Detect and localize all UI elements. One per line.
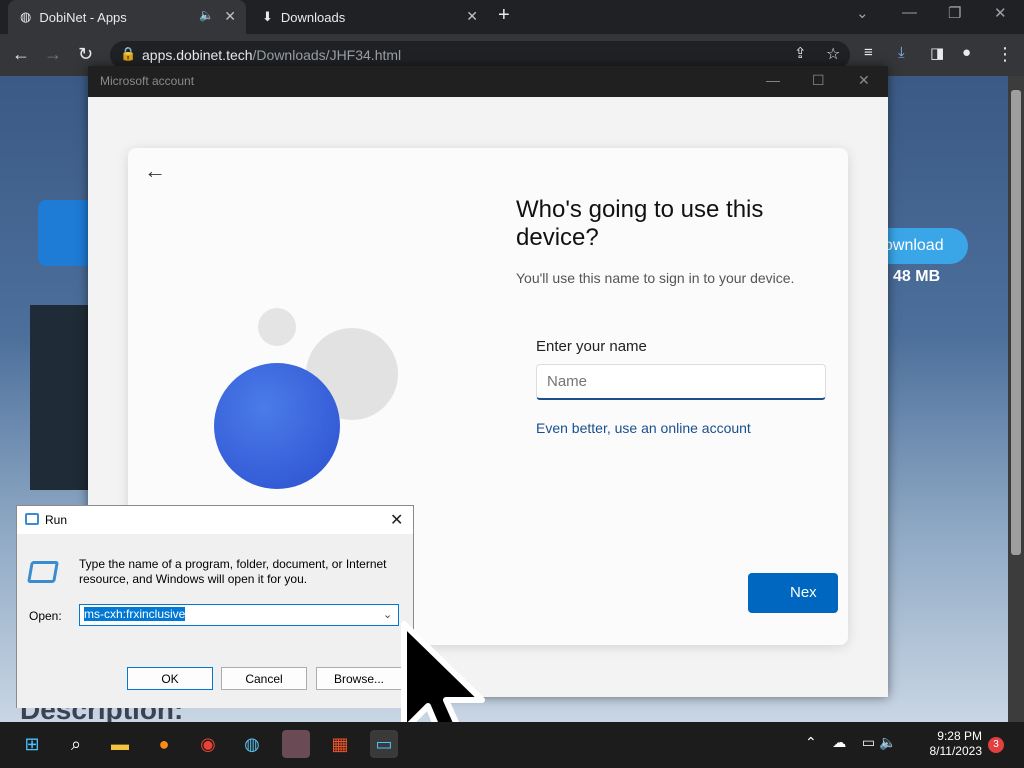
lock-icon: 🔒 [120,46,137,61]
profile-icon[interactable]: ● [962,44,971,61]
close-button[interactable]: ✕ [858,72,870,89]
user-avatar-icon [214,363,340,489]
app-screenshot[interactable] [30,305,90,490]
download-icon: ⬇ [262,9,273,24]
tab-dobinet[interactable]: ◍ DobiNet - Apps 🔈 ✕ [8,0,246,34]
browse-button[interactable]: Browse... [316,667,402,690]
maximize-button[interactable]: ☐ [812,72,825,89]
microsoft-store-icon[interactable]: ▦ [326,730,354,758]
sidepanel-icon[interactable]: ◨ [930,44,944,62]
run-taskbar-icon[interactable]: ▭ [370,730,398,758]
cancel-button[interactable]: Cancel [221,667,307,690]
small-avatar [258,308,296,346]
open-value: ms-cxh:frxinclusive [84,607,186,621]
close-tab-icon[interactable]: ✕ [224,8,236,25]
url-text[interactable]: apps.dobinet.tech/Downloads/JHF34.html [142,47,401,63]
close-icon[interactable]: ✕ [390,510,403,530]
name-input[interactable] [536,364,826,400]
scrollbar-thumb[interactable] [1011,90,1021,555]
system-tray[interactable]: ⌃ ☁ ▭ 🔈 [805,734,896,751]
run-app-icon [27,561,59,583]
minimize-button[interactable]: — [766,72,780,88]
url-host: apps.dobinet.tech [142,47,253,63]
online-account-link[interactable]: Even better, use an online account [536,420,751,436]
tab-downloads[interactable]: ⬇ Downloads ✕ [250,0,488,34]
subtitle: You'll use this name to sign in to your … [516,270,795,286]
forward-arrow-icon[interactable]: → [44,44,62,65]
app-logo [38,200,92,266]
tab-title: Downloads [280,9,346,25]
firefox-icon[interactable]: ● [150,730,178,758]
file-size: 48 MB [893,268,941,285]
back-arrow-icon[interactable]: ← [144,158,166,184]
close-tab-icon[interactable]: ✕ [466,8,478,25]
run-icon [25,513,39,525]
chevron-down-icon[interactable]: ⌄ [383,608,392,621]
date: 8/11/2023 [929,744,983,758]
share-icon[interactable]: ⇪ [794,44,807,62]
downloads-icon[interactable]: ⤓ [898,44,905,61]
restore-button[interactable]: ❐ [948,4,961,22]
globe-app-icon[interactable]: ◍ [238,730,266,758]
open-input[interactable]: ms-cxh:frxinclusive [79,604,399,626]
tab-title: DobiNet - Apps [39,9,127,25]
tab-search-icon[interactable]: ⌄ [856,4,869,22]
url-path: /Downloads/JHF34.html [252,47,402,63]
globe-icon: ◍ [20,9,32,24]
new-tab-button[interactable]: + [498,4,510,27]
search-icon[interactable]: ⌕ [62,730,90,758]
open-label: Open: [29,609,62,623]
time: 9:28 PM [937,729,982,743]
close-window-button[interactable]: ✕ [994,4,1007,22]
photo-app-icon[interactable] [282,730,310,758]
clock[interactable]: 9:28 PM 8/11/2023 [920,729,983,759]
name-label: Enter your name [536,338,647,355]
bookmark-star-icon[interactable]: ☆ [826,44,840,64]
next-button[interactable]: Nex [748,573,838,613]
menu-icon[interactable]: ⋮ [996,44,1014,65]
run-description: Type the name of a program, folder, docu… [79,557,387,586]
run-title: Run [17,506,413,534]
reload-icon[interactable]: ↻ [78,44,93,65]
speaker-icon: 🔈 [199,8,214,22]
minimize-button[interactable]: — [902,4,917,21]
back-arrow-icon[interactable]: ← [12,44,30,65]
notification-badge[interactable]: 3 [988,737,1004,753]
file-explorer-icon[interactable]: ▬ [106,730,134,758]
start-icon[interactable]: ⊞ [18,730,46,758]
run-dialog: Run ✕ Type the name of a program, folder… [16,505,414,708]
chrome-icon[interactable]: ◉ [194,730,222,758]
media-icon[interactable]: ≡ [864,44,873,61]
ok-button[interactable]: OK [127,667,213,690]
page-title: Who's going to use this device? [516,196,764,251]
